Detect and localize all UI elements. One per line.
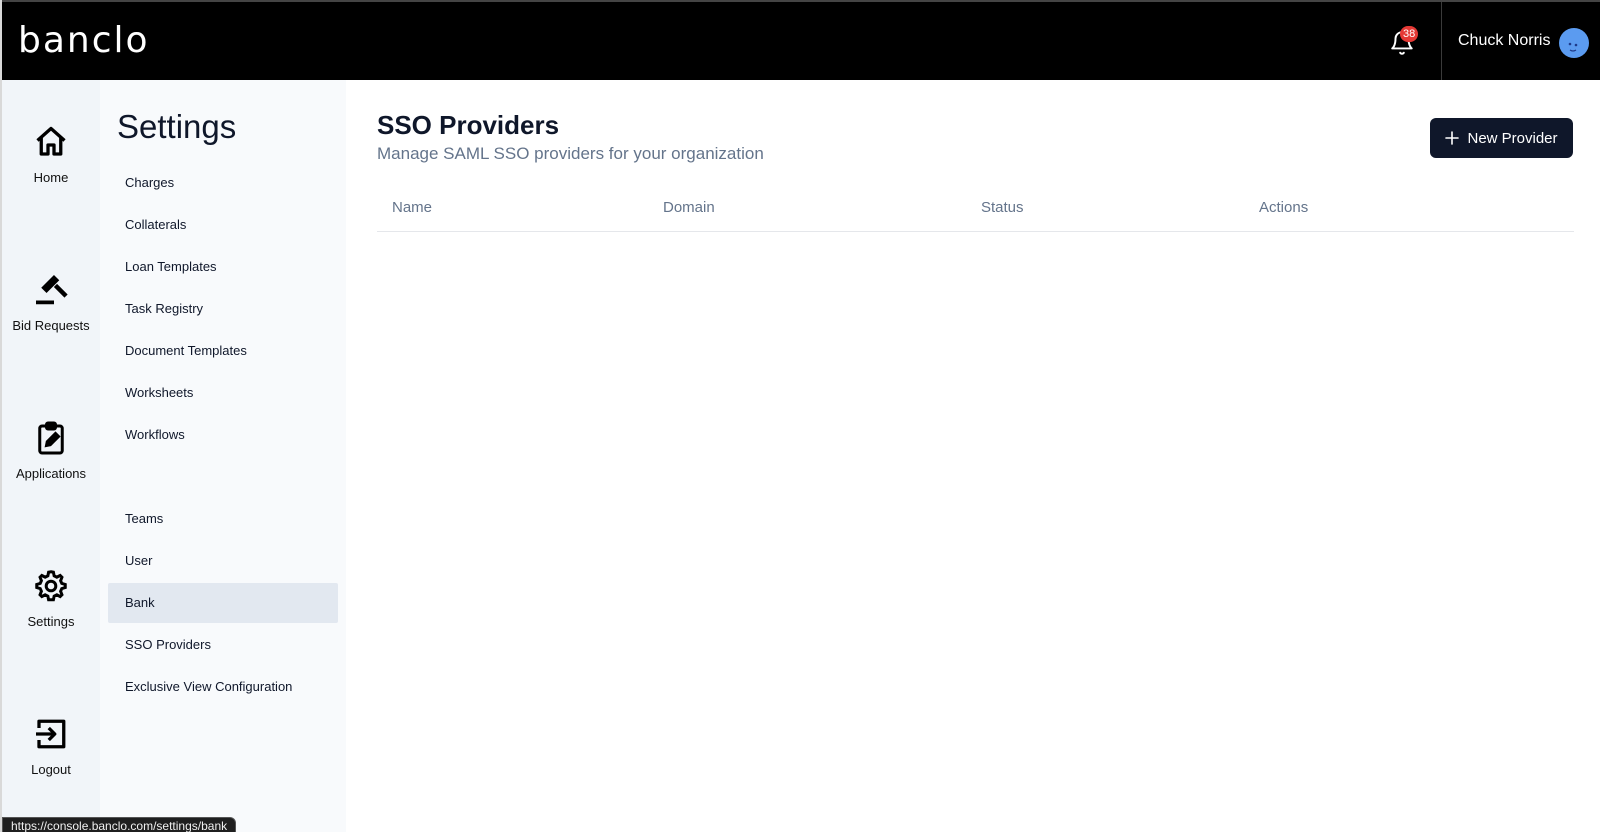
- page-subtitle: Manage SAML SSO providers for your organ…: [377, 144, 764, 163]
- nav-applications-label: Applications: [15, 466, 87, 481]
- avatar-face-icon: [1568, 42, 1578, 52]
- settings-title: Settings: [117, 108, 237, 145]
- clipboard-edit-icon: [38, 421, 64, 455]
- nav-home-label: Home: [33, 170, 69, 185]
- link-status-url: https://console.banclo.com/settings/bank: [2, 817, 237, 832]
- settings-item-worksheets[interactable]: Worksheets: [108, 373, 338, 413]
- header-divider: [1441, 2, 1442, 82]
- settings-item-document-templates[interactable]: Document Templates: [108, 331, 338, 371]
- nav-settings[interactable]: Settings: [2, 568, 100, 658]
- page-title: SSO Providers: [377, 110, 560, 140]
- settings-item-charges[interactable]: Charges: [108, 163, 338, 203]
- logout-icon: [36, 719, 66, 749]
- user-name[interactable]: Chuck Norris: [1458, 32, 1550, 50]
- settings-item-sso-providers[interactable]: SSO Providers: [108, 625, 338, 665]
- column-header-status: Status: [981, 199, 1024, 216]
- settings-item-exclusive-view-configuration[interactable]: Exclusive View Configuration: [108, 667, 338, 707]
- nav-logout[interactable]: Logout: [2, 716, 100, 806]
- settings-item-collaterals[interactable]: Collaterals: [108, 205, 338, 245]
- main-content: SSO Providers Manage SAML SSO providers …: [346, 80, 1600, 832]
- gear-icon: [35, 570, 67, 602]
- column-header-name: Name: [392, 199, 433, 216]
- column-header-actions: Actions: [1259, 199, 1309, 216]
- settings-item-workflows[interactable]: Workflows: [108, 415, 338, 455]
- settings-sidebar: Settings Charges Collaterals Loan Templa…: [100, 80, 346, 832]
- home-icon: [36, 126, 66, 156]
- settings-item-loan-templates[interactable]: Loan Templates: [108, 247, 338, 287]
- settings-item-task-registry[interactable]: Task Registry: [108, 289, 338, 329]
- nav-bid-requests[interactable]: Bid Requests: [2, 272, 100, 362]
- nav-logout-label: Logout: [31, 762, 71, 777]
- settings-item-bank[interactable]: Bank: [108, 583, 338, 623]
- providers-table-header: Name Domain Status Actions: [377, 184, 1574, 232]
- settings-item-user[interactable]: User: [108, 541, 338, 581]
- main-nav-rail: Home Bid Requests Applications Settings …: [2, 80, 100, 832]
- nav-bid-requests-label: Bid Requests: [12, 318, 90, 333]
- new-provider-button[interactable]: New Provider: [1430, 118, 1573, 158]
- gavel-icon: [36, 274, 68, 305]
- brand-logo[interactable]: banclo: [18, 20, 150, 61]
- settings-item-teams[interactable]: Teams: [108, 499, 338, 539]
- plus-icon: [1445, 131, 1460, 145]
- app-window: banclo 38 Chuck Norris Home Bid Requests…: [0, 0, 1600, 832]
- top-bar: banclo 38 Chuck Norris: [2, 0, 1600, 82]
- nav-applications[interactable]: Applications: [2, 420, 100, 510]
- nav-settings-label: Settings: [27, 614, 75, 629]
- new-provider-label: New Provider: [1467, 129, 1558, 147]
- avatar[interactable]: [1559, 28, 1589, 58]
- nav-home[interactable]: Home: [2, 124, 100, 214]
- column-header-domain: Domain: [663, 199, 715, 216]
- notification-badge: 38: [1400, 26, 1419, 42]
